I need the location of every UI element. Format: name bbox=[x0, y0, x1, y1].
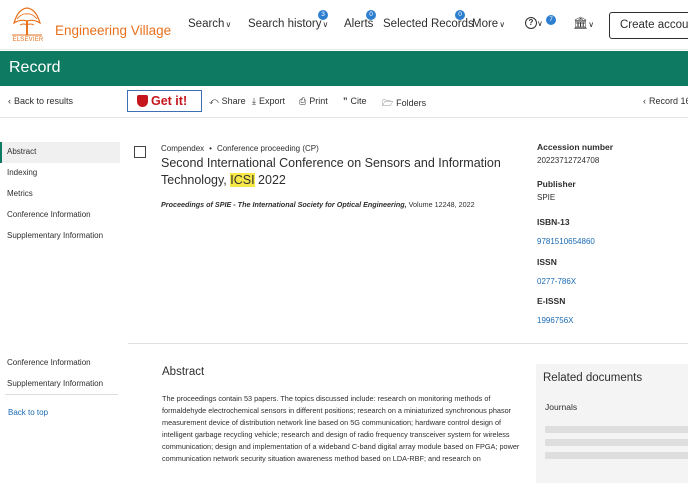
nav-more-label: More bbox=[472, 18, 499, 30]
help-badge: 7 bbox=[546, 15, 556, 25]
chevron-down-icon: ∨ bbox=[225, 20, 232, 29]
institution-icon: 🏛 bbox=[573, 16, 589, 30]
document-type: Conference proceeding (CP) bbox=[216, 144, 319, 153]
folders-label: Folders bbox=[396, 98, 427, 108]
back-to-results-link[interactable]: ‹ Back to results bbox=[8, 96, 73, 106]
export-label: Export bbox=[258, 96, 285, 106]
share-label: Share bbox=[221, 96, 246, 106]
chevron-down-icon: ∨ bbox=[499, 20, 506, 29]
section-nav-indexing[interactable]: Indexing bbox=[0, 163, 120, 184]
record-navigation[interactable]: ‹ Record 16 bbox=[643, 96, 688, 106]
record-title-highlight: ICSI bbox=[230, 172, 255, 187]
section-nav-abstract[interactable]: Abstract bbox=[0, 142, 120, 163]
record-title-end: 2022 bbox=[254, 172, 286, 187]
isbn-label: ISBN-13 bbox=[537, 217, 570, 227]
get-it-label: Get it! bbox=[151, 94, 188, 108]
nav-search-label: Search bbox=[188, 18, 225, 30]
section-nav-conference-information[interactable]: Conference Information bbox=[0, 205, 120, 226]
nav-more[interactable]: More∨ bbox=[472, 18, 505, 30]
database-name: Compendex bbox=[161, 144, 205, 153]
nav-search-history[interactable]: Search history∨ bbox=[248, 18, 328, 30]
tree-logo-icon bbox=[8, 5, 46, 37]
cite-label: Cite bbox=[350, 96, 367, 106]
loading-placeholder bbox=[545, 439, 688, 446]
loading-placeholder bbox=[545, 452, 688, 459]
record-source: Proceedings of SPIE - The International … bbox=[161, 200, 475, 209]
print-button[interactable]: ⎙ Print bbox=[299, 96, 328, 107]
record-position: Record 16 bbox=[649, 96, 688, 106]
related-journals-label: Journals bbox=[545, 402, 578, 412]
separator-dot: • bbox=[209, 144, 212, 153]
page-title: Record bbox=[9, 59, 61, 76]
section-nav: Abstract Indexing Metrics Conference Inf… bbox=[0, 142, 120, 247]
related-documents-panel: Related documents Journals bbox=[536, 364, 688, 483]
divider bbox=[128, 343, 688, 344]
chevron-down-icon: ∨ bbox=[537, 19, 543, 29]
elsevier-logo[interactable]: ELSEVIER bbox=[8, 5, 46, 45]
page-title-bar: Record bbox=[0, 51, 688, 86]
select-record-checkbox[interactable] bbox=[134, 146, 146, 158]
printer-icon: ⎙ bbox=[299, 96, 307, 106]
section-nav-conference-information-2[interactable]: Conference Information bbox=[0, 353, 120, 374]
getit-shield-icon bbox=[137, 95, 148, 107]
logo-wordmark: ELSEVIER bbox=[12, 37, 44, 43]
cite-button[interactable]: ” Cite bbox=[343, 96, 367, 106]
record-title-start: Second International Conference on Senso… bbox=[161, 156, 501, 187]
back-to-top-link[interactable]: Back to top bbox=[8, 408, 48, 417]
chevron-left-icon: ‹ bbox=[643, 96, 646, 106]
section-nav-metrics[interactable]: Metrics bbox=[0, 184, 120, 205]
institution-menu-button[interactable]: 🏛∨ bbox=[573, 16, 594, 30]
accession-number-value: 20223712724708 bbox=[537, 156, 600, 165]
chevron-down-icon: ∨ bbox=[588, 20, 595, 29]
download-icon: ⤓ bbox=[252, 96, 256, 106]
get-it-button[interactable]: Get it! bbox=[127, 90, 202, 112]
export-button[interactable]: ⤓ Export bbox=[252, 96, 285, 107]
share-icon: ⤺ bbox=[209, 96, 219, 106]
abstract-heading: Abstract bbox=[162, 366, 205, 378]
nav-search-history-label: Search history bbox=[248, 18, 322, 30]
top-navigation: ELSEVIER Engineering Village Search∨ Sea… bbox=[0, 0, 688, 50]
record-title: Second International Conference on Senso… bbox=[161, 155, 513, 188]
selected-records-badge: 0 bbox=[455, 10, 465, 20]
accession-number-label: Accession number bbox=[537, 142, 614, 152]
share-button[interactable]: ⤺ Share bbox=[209, 96, 246, 107]
record-meta: Compendex • Conference proceeding (CP) bbox=[161, 144, 319, 153]
create-account-button[interactable]: Create account bbox=[609, 12, 688, 39]
folders-button[interactable]: 🗁 Folders bbox=[382, 96, 426, 112]
back-to-results-label: Back to results bbox=[14, 96, 74, 106]
source-title: Proceedings of SPIE - The International … bbox=[161, 200, 407, 209]
chevron-left-icon: ‹ bbox=[8, 96, 11, 106]
search-history-badge: 3 bbox=[318, 10, 328, 20]
divider bbox=[5, 394, 118, 395]
print-label: Print bbox=[309, 96, 328, 106]
isbn-link[interactable]: 9781510654860 bbox=[537, 237, 595, 246]
eissn-label: E-ISSN bbox=[537, 296, 566, 306]
section-nav-supplementary-information-2[interactable]: Supplementary Information bbox=[0, 374, 120, 395]
section-nav-secondary: Conference Information Supplementary Inf… bbox=[0, 353, 120, 395]
section-nav-supplementary-information[interactable]: Supplementary Information bbox=[0, 226, 120, 247]
record-toolbar: ‹ Back to results Get it! ⤺ Share ⤓ Export … bbox=[0, 86, 688, 118]
nav-search[interactable]: Search∨ bbox=[188, 18, 231, 30]
brand-name[interactable]: Engineering Village bbox=[55, 23, 171, 38]
publisher-value: SPIE bbox=[537, 193, 556, 202]
issn-label: ISSN bbox=[537, 257, 557, 267]
chevron-down-icon: ∨ bbox=[322, 20, 329, 29]
quote-icon: ” bbox=[343, 96, 348, 106]
abstract-text: The proceedings contain 53 papers. The t… bbox=[162, 394, 520, 463]
source-volume: Volume 12248, 2022 bbox=[406, 200, 475, 209]
help-menu-button[interactable]: ? ∨ bbox=[525, 17, 543, 29]
publisher-label: Publisher bbox=[537, 179, 576, 189]
eissn-link[interactable]: 1996756X bbox=[537, 316, 573, 325]
related-documents-heading: Related documents bbox=[543, 372, 643, 384]
issn-link[interactable]: 0277-786X bbox=[537, 277, 576, 286]
folder-icon: 🗁 bbox=[382, 98, 394, 108]
help-circle-icon: ? bbox=[525, 17, 537, 29]
loading-placeholder bbox=[545, 426, 688, 433]
alerts-badge: 0 bbox=[366, 10, 376, 20]
